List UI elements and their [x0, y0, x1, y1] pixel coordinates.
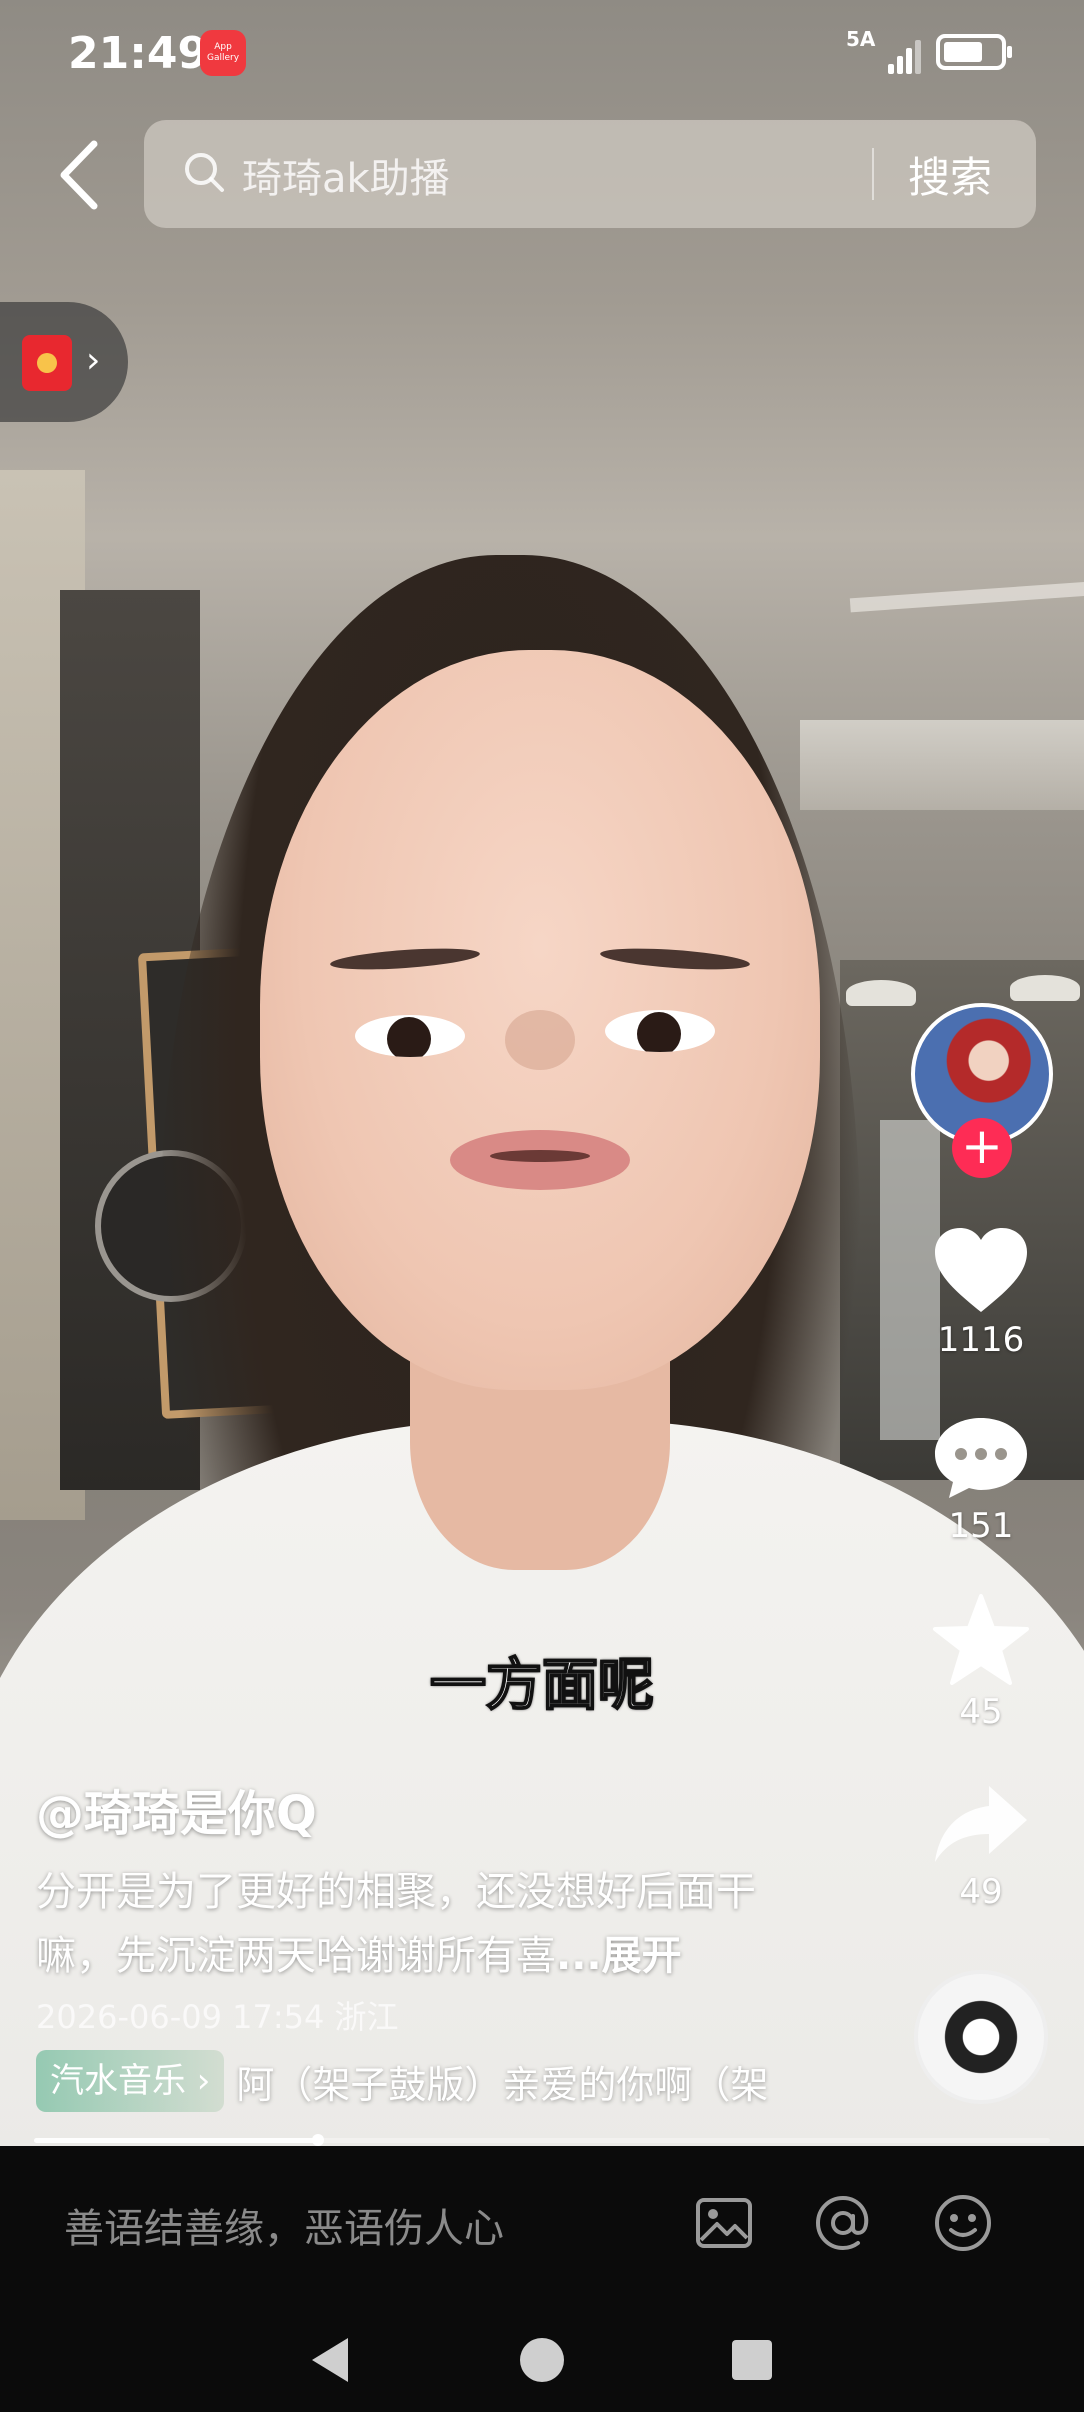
emoji-icon[interactable] [932, 2192, 994, 2254]
like-button[interactable]: 1116 [916, 1224, 1046, 1360]
nav-recents-icon[interactable] [732, 2340, 772, 2380]
comment-input[interactable]: 善语结善缘，恶语伤人心 [64, 2196, 504, 2254]
heart-icon [935, 1228, 1027, 1312]
person-face [260, 650, 820, 1390]
follow-button[interactable]: + [952, 1118, 1012, 1178]
battery-icon [936, 34, 1012, 70]
playback-progress[interactable] [34, 2134, 1050, 2146]
back-button[interactable] [52, 138, 112, 212]
post-meta: 2026-06-09 17:54 浙江 [36, 1998, 399, 2036]
mouth [450, 1130, 630, 1190]
nose [505, 1010, 575, 1070]
right-eye [605, 1010, 715, 1052]
status-time: 21:49 [68, 28, 209, 79]
red-packet-icon [22, 335, 72, 391]
left-brow [329, 944, 481, 974]
search-button[interactable]: 搜索 [908, 144, 992, 205]
ceiling-light-strip [849, 581, 1084, 613]
back-arrow-icon [60, 140, 98, 210]
like-count: 1116 [937, 1320, 1025, 1360]
search-divider [872, 148, 874, 200]
music-source-tag[interactable]: 汽水音乐 › [36, 2050, 225, 2112]
video-subtitle: 一方面呢 [429, 1652, 655, 1719]
signal-icon [888, 34, 924, 74]
comment-bar: 善语结善缘，恶语伤人心 [0, 2146, 1084, 2302]
comment-icon [935, 1418, 1027, 1498]
music-disc[interactable] [914, 1970, 1048, 2104]
post-description: 分开是为了更好的相聚，还没想好后面干嘛，先沉淀两天哈谢谢所有喜...展开 [36, 1860, 826, 1988]
nav-back-icon[interactable] [312, 2338, 348, 2382]
nav-home-icon[interactable] [520, 2338, 564, 2382]
system-nav-bar [0, 2302, 1084, 2412]
at-icon[interactable] [812, 2192, 874, 2254]
chevron-right-icon: › [86, 340, 101, 381]
status-bar: 21:49 App Gallery 5A [0, 0, 1084, 110]
red-packet-entry[interactable]: › [0, 302, 128, 422]
share-button[interactable]: 49 [916, 1782, 1046, 1912]
search-icon [185, 153, 224, 192]
app-gallery-icon: App Gallery [200, 30, 246, 76]
progress-fill [34, 2138, 319, 2143]
music-title[interactable]: 阿（架子鼓版）亲爱的你啊（架 [236, 2054, 768, 2109]
expand-link[interactable]: ...展开 [556, 1933, 682, 1979]
comment-button[interactable]: 151 [916, 1412, 1046, 1546]
network-type: 5A [846, 27, 876, 51]
author-name[interactable]: @琦琦是你Q [36, 1774, 317, 1844]
image-icon[interactable] [693, 2192, 755, 2254]
share-icon [935, 1786, 1027, 1862]
share-count: 49 [959, 1872, 1003, 1912]
comment-count: 151 [948, 1506, 1014, 1546]
search-bar[interactable]: 琦琦ak助播 搜索 [144, 120, 1036, 228]
pendant-lamp [1010, 975, 1080, 1001]
air-conditioner [800, 720, 1084, 810]
pendant-lamp [846, 980, 916, 1006]
right-brow [599, 944, 751, 974]
search-input[interactable]: 琦琦ak助播 [242, 146, 450, 204]
left-eye [355, 1015, 465, 1057]
music-row[interactable]: 汽水音乐 › 阿（架子鼓版）亲爱的你啊（架 [36, 2050, 836, 2112]
